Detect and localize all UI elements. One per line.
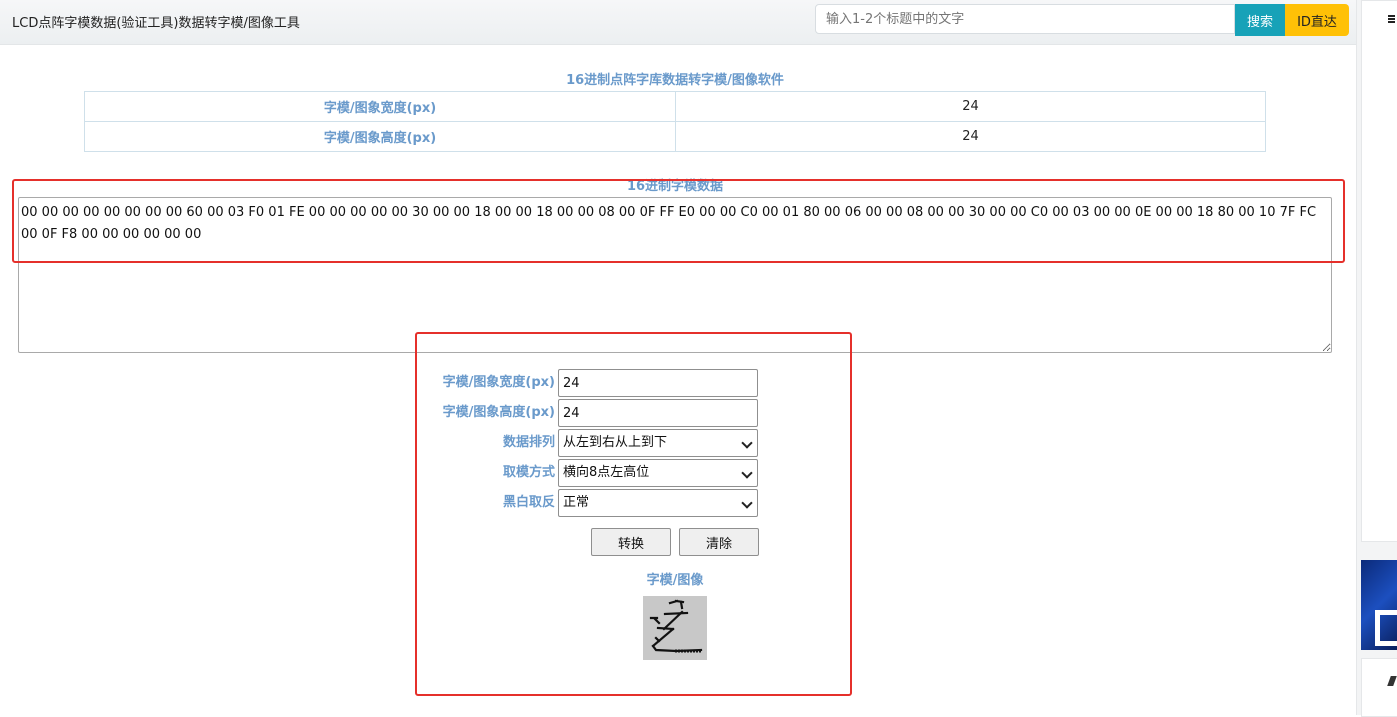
- height-row: 字模/图象高度(px): [420, 399, 555, 427]
- invert-row: 黑白取反: [420, 489, 555, 517]
- glyph-preview-svg: [649, 599, 703, 653]
- height-input[interactable]: [558, 399, 758, 427]
- table-row: 字模/图象高度(px) 24: [84, 121, 1266, 152]
- site-title[interactable]: LCD点阵字模数据(验证工具)数据转字模/图像工具: [12, 12, 300, 31]
- height-label-cell: 字模/图象高度(px): [84, 121, 676, 152]
- order-select[interactable]: 从左到右从上到下: [558, 429, 758, 457]
- sidebar-card-lower: [1361, 658, 1397, 717]
- height-value-cell: 24: [675, 121, 1266, 152]
- height-label: 字模/图象高度(px): [442, 405, 555, 420]
- info-table-caption: 16进制点阵字库数据转字模/图像软件: [566, 73, 784, 88]
- mode-label: 取模方式: [502, 465, 555, 480]
- hex-data-textarea[interactable]: 00 00 00 00 00 00 00 00 60 00 03 F0 01 F…: [18, 197, 1332, 353]
- glyph-preview-image: [643, 596, 707, 660]
- id-direct-button[interactable]: ID直达: [1285, 4, 1349, 36]
- invert-select[interactable]: 正常: [558, 489, 758, 517]
- width-input[interactable]: [558, 369, 758, 397]
- clear-button[interactable]: 清除: [679, 528, 759, 556]
- ad-banner-image[interactable]: [1361, 560, 1397, 650]
- search-button[interactable]: 搜索: [1235, 4, 1285, 36]
- width-label-cell: 字模/图象宽度(px): [84, 91, 676, 122]
- hex-data-label: 16进制字模数据: [626, 179, 724, 194]
- width-label: 字模/图象宽度(px): [442, 375, 555, 390]
- order-label: 数据排列: [502, 435, 555, 450]
- info-table: 字模/图象宽度(px) 24 字模/图象高度(px) 24: [84, 91, 1266, 152]
- convert-button[interactable]: 转换: [591, 528, 671, 556]
- chevron-down-icon: [741, 497, 753, 509]
- search-input[interactable]: [815, 4, 1235, 34]
- mode-row: 取模方式: [420, 459, 555, 487]
- chevron-down-icon: [741, 467, 753, 479]
- order-select-value: 从左到右从上到下: [563, 435, 668, 450]
- width-row: 字模/图象宽度(px): [420, 369, 555, 397]
- menu-icon[interactable]: [1388, 15, 1395, 23]
- order-row: 数据排列: [420, 429, 555, 457]
- chevron-down-icon: [741, 437, 753, 449]
- invert-select-value: 正常: [563, 495, 590, 510]
- invert-label: 黑白取反: [502, 495, 555, 510]
- sidebar-card: [1361, 0, 1397, 542]
- mode-select[interactable]: 横向8点左高位: [558, 459, 758, 487]
- mode-select-value: 横向8点左高位: [563, 465, 650, 480]
- width-value-cell: 24: [675, 91, 1266, 122]
- table-row: 字模/图象宽度(px) 24: [84, 91, 1266, 122]
- preview-label: 字模/图像: [646, 573, 704, 588]
